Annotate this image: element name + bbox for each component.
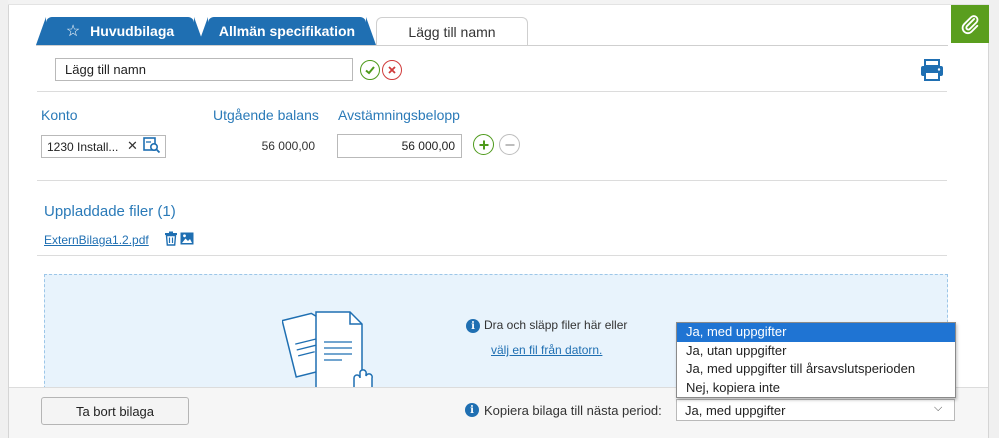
print-button[interactable] [919,58,945,82]
copy-attachment-dropdown: Ja, med uppgifter Ja, utan uppgifter Ja,… [676,322,956,398]
add-row-button[interactable] [473,134,494,155]
copy-attachment-select[interactable]: Ja, med uppgifter [676,399,955,421]
clear-icon[interactable]: ✕ [127,138,138,154]
reconcile-label: Avstämningsbelopp [338,107,460,123]
star-icon: ☆ [65,23,81,40]
confirm-button[interactable] [360,60,380,80]
tab-label: Allmän specifikation [218,23,356,39]
uploaded-files-title: Uppladdade filer (1) [44,203,176,220]
divider [37,180,947,181]
account-search-icon[interactable] [143,137,161,154]
copy-attachment-label: Kopiera bilaga till nästa period: [484,403,662,418]
cancel-button[interactable] [382,60,402,80]
divider [37,91,947,92]
balance-value: 56 000,00 [261,139,315,153]
file-link[interactable]: ExternBilaga1.2.pdf [44,233,149,247]
info-icon: i [466,319,480,333]
attachment-button[interactable] [951,5,989,43]
tab-allman-specifikation[interactable]: Allmän specifikation [198,17,376,45]
documents-drag-icon [281,302,378,390]
konto-label: Konto [41,107,78,123]
tab-lagg-till-namn[interactable]: Lägg till namn [376,17,528,46]
paperclip-icon [961,15,979,35]
info-icon: i [465,403,479,417]
minus-icon [505,143,514,146]
divider [37,255,947,256]
dropdown-option[interactable]: Ja, med uppgifter till årsavslutsperiode… [677,360,955,379]
reconcile-amount-input[interactable]: 56 000,00 [337,134,462,158]
tab-label: Huvudbilaga [90,23,175,39]
konto-value: 1230 Install... [47,140,119,154]
trash-icon[interactable] [164,231,178,246]
remove-row-button[interactable] [499,134,520,155]
dropdown-option[interactable]: Ja, utan uppgifter [677,342,955,361]
dropdown-option[interactable]: Nej, kopiera inte [677,379,955,398]
remove-attachment-button[interactable]: Ta bort bilaga [41,397,189,425]
choose-file-link[interactable]: välj en fil från datorn. [491,343,602,357]
tab-baseline [36,45,948,46]
dropdown-option[interactable]: Ja, med uppgifter [677,323,955,342]
printer-icon [921,59,943,81]
name-field[interactable]: Lägg till namn [55,58,353,81]
tab-label: Lägg till namn [408,24,496,40]
tab-huvudbilaga[interactable]: ☆ Huvudbilaga [36,17,204,45]
chevron-down-icon: ⌵ [934,402,943,414]
close-icon [388,66,396,74]
drop-instructions: Dra och släpp filer här eller [484,318,628,332]
check-icon [365,66,375,75]
balance-label: Utgående balans [213,107,319,123]
image-preview-icon[interactable] [180,232,194,245]
plus-icon [479,140,488,149]
top-strip [8,0,989,5]
